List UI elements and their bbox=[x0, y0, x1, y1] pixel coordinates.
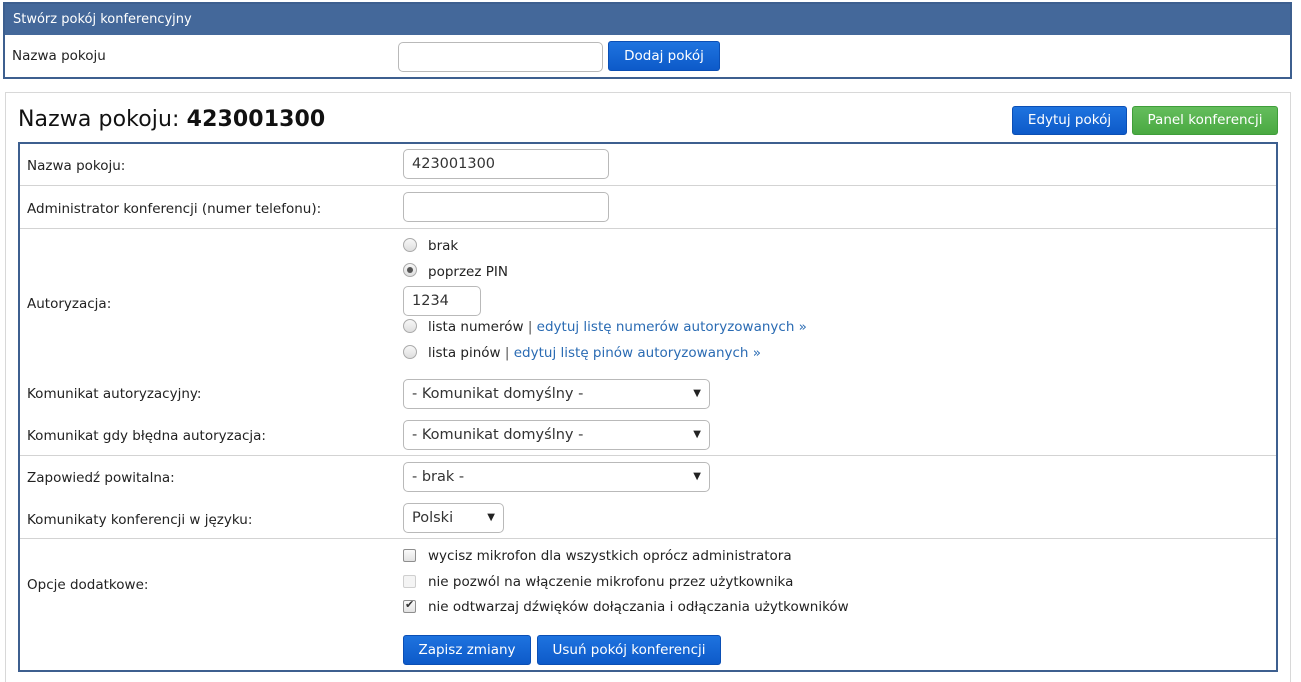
delete-room-button[interactable]: Usuń pokój konferencji bbox=[537, 635, 721, 665]
bad-auth-message-label: Komunikat gdy błędna autoryzacja: bbox=[27, 428, 266, 444]
welcome-select[interactable]: - brak - ▼ bbox=[403, 462, 710, 492]
room-name-label: Nazwa pokoju bbox=[12, 48, 106, 64]
room-name-field[interactable]: 423001300 bbox=[403, 149, 609, 179]
no-join-sounds-checkbox[interactable] bbox=[403, 598, 416, 613]
bad-auth-message-value: - Komunikat domyślny - bbox=[412, 427, 584, 443]
separator: | bbox=[527, 319, 533, 335]
auth-pin-radio[interactable] bbox=[403, 263, 417, 277]
create-room-row: Nazwa pokoju Dodaj pokój bbox=[5, 35, 1290, 77]
language-label: Komunikaty konferencji w języku: bbox=[27, 512, 253, 528]
auth-message-value: - Komunikat domyślny - bbox=[412, 386, 584, 402]
auth-message-select[interactable]: - Komunikat domyślny - ▼ bbox=[403, 379, 710, 409]
bad-auth-message-select[interactable]: - Komunikat domyślny - ▼ bbox=[403, 420, 710, 450]
edit-number-list-link[interactable]: edytuj listę numerów autoryzowanych » bbox=[537, 319, 807, 335]
new-room-name-input[interactable] bbox=[398, 42, 603, 72]
dropdown-arrow-icon: ▼ bbox=[487, 512, 495, 523]
auth-number-list-option: lista numerów | edytuj listę numerów aut… bbox=[428, 319, 807, 335]
mute-all-checkbox[interactable] bbox=[403, 549, 416, 562]
auth-none-radio[interactable] bbox=[403, 238, 417, 252]
auth-number-list-label: lista numerów bbox=[428, 319, 524, 335]
room-panel: Nazwa pokoju: 423001300 Edytuj pokój Pan… bbox=[5, 92, 1291, 682]
welcome-label: Zapowiedź powitalna: bbox=[27, 470, 175, 486]
auth-none-label: brak bbox=[428, 238, 459, 254]
auth-number-list-radio[interactable] bbox=[403, 319, 417, 333]
authorization-section: brak poprzez PIN Autoryzacja: 1234 lista… bbox=[20, 229, 1276, 456]
page-title: Nazwa pokoju: 423001300 bbox=[18, 107, 325, 132]
block-unmute-checkbox[interactable] bbox=[403, 575, 416, 588]
room-name-section: Nazwa pokoju: 423001300 bbox=[20, 144, 1276, 186]
edit-pin-list-link[interactable]: edytuj listę pinów autoryzowanych » bbox=[514, 345, 761, 361]
auth-message-label: Komunikat autoryzacyjny: bbox=[27, 386, 202, 402]
create-room-panel: Stwórz pokój konferencyjny Nazwa pokoju … bbox=[3, 2, 1292, 79]
block-unmute-label: nie pozwól na włączenie mikrofonu przez … bbox=[428, 574, 794, 590]
language-value: Polski bbox=[412, 510, 454, 526]
welcome-value: - brak - bbox=[412, 469, 465, 485]
admin-phone-field[interactable] bbox=[403, 192, 609, 222]
auth-pin-list-radio[interactable] bbox=[403, 345, 417, 359]
room-settings-form: Nazwa pokoju: 423001300 Administrator ko… bbox=[18, 142, 1278, 672]
add-room-button[interactable]: Dodaj pokój bbox=[608, 41, 720, 71]
room-title-prefix: Nazwa pokoju: bbox=[18, 107, 180, 132]
authorization-label: Autoryzacja: bbox=[27, 296, 112, 312]
pin-input[interactable]: 1234 bbox=[403, 286, 481, 316]
admin-field-label: Administrator konferencji (numer telefon… bbox=[27, 201, 322, 217]
room-name-field-label: Nazwa pokoju: bbox=[27, 158, 126, 174]
language-select[interactable]: Polski ▼ bbox=[403, 503, 504, 533]
announcements-section: Zapowiedź powitalna: - brak - ▼ Komunika… bbox=[20, 456, 1276, 539]
mute-all-label: wycisz mikrofon dla wszystkich oprócz ad… bbox=[428, 548, 792, 564]
auth-pin-list-label: lista pinów bbox=[428, 345, 501, 361]
conference-panel-button[interactable]: Panel konferencji bbox=[1132, 106, 1278, 135]
edit-room-button[interactable]: Edytuj pokój bbox=[1012, 106, 1127, 135]
auth-pin-label: poprzez PIN bbox=[428, 264, 508, 280]
no-join-sounds-label: nie odtwarzaj dźwięków dołączania i odłą… bbox=[428, 599, 849, 615]
dropdown-arrow-icon: ▼ bbox=[693, 388, 701, 399]
extra-options-label: Opcje dodatkowe: bbox=[27, 577, 149, 593]
auth-pin-list-option: lista pinów | edytuj listę pinów autoryz… bbox=[428, 345, 761, 361]
save-changes-button[interactable]: Zapisz zmiany bbox=[403, 635, 531, 665]
separator: | bbox=[504, 345, 510, 361]
room-title-name: 423001300 bbox=[186, 107, 326, 132]
dropdown-arrow-icon: ▼ bbox=[693, 429, 701, 440]
create-room-header: Stwórz pokój konferencyjny bbox=[5, 4, 1290, 35]
dropdown-arrow-icon: ▼ bbox=[693, 471, 701, 482]
admin-section: Administrator konferencji (numer telefon… bbox=[20, 186, 1276, 229]
